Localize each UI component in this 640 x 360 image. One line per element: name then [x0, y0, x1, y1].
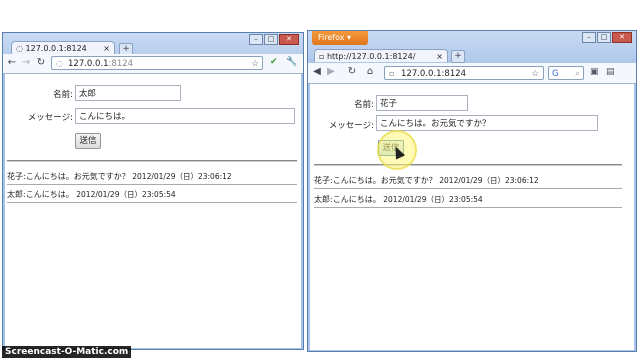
bookmark-star-icon[interactable]: ☆: [251, 57, 259, 71]
row-separator: [314, 188, 622, 189]
message-row: 太郎:こんにちは。 2012/01/29（日）23:05:54: [7, 190, 176, 199]
url-host: 127.0.0.1: [68, 59, 109, 69]
maximize-button[interactable]: □: [264, 34, 278, 45]
firefox-tab[interactable]: ▫ http://127.0.0.1:8124/ ×: [314, 49, 448, 62]
forward-icon[interactable]: →: [20, 57, 32, 68]
back-icon[interactable]: ←: [6, 57, 18, 68]
name-label: 名前:: [354, 100, 374, 110]
address-bar[interactable]: ▫ 127.0.0.1:8124 ☆: [384, 66, 544, 80]
tab-title: http://127.0.0.1:8124/: [326, 52, 416, 61]
maximize-button[interactable]: □: [597, 32, 611, 43]
divider: [7, 160, 297, 162]
divider: [314, 164, 622, 166]
submit-button[interactable]: 送信: [75, 133, 101, 149]
firefox-toolbar: ◀ ▶ ↻ ⌂ ▫ 127.0.0.1:8124 ☆ G ⌕ ▣ ▤: [308, 63, 636, 84]
message-row: 花子:こんにちは。お元気ですか？ 2012/01/29（日）23:06:12: [314, 176, 539, 185]
back-icon[interactable]: ◀: [311, 66, 323, 77]
message-timestamp: 2012/01/29（日）23:06:12: [132, 172, 232, 181]
page-icon: ▫: [319, 52, 327, 61]
reload-icon[interactable]: ↻: [346, 66, 358, 77]
tab-title: 127.0.0.1:8124: [25, 44, 87, 53]
name-input[interactable]: 太郎: [75, 85, 181, 101]
url-text: 127.0.0.1:8124: [401, 69, 467, 79]
message-row: 花子:こんにちは。お元気ですか？ 2012/01/29（日）23:06:12: [7, 172, 232, 181]
chrome-page: 名前: 太郎 メッセージ: こんにちは。 送信 花子:こんにちは。お元気ですか？…: [5, 74, 301, 348]
page-icon: ◌: [56, 59, 63, 68]
close-button[interactable]: ✕: [279, 34, 299, 45]
reload-icon[interactable]: ↻: [35, 57, 47, 68]
name-label: 名前:: [53, 90, 73, 100]
search-icon[interactable]: ⌕: [575, 67, 580, 81]
home-icon[interactable]: ⌂: [364, 66, 376, 77]
chrome-toolbar: ← → ↻ ◌ 127.0.0.1:8124 ☆ ✔ 🔧: [3, 54, 303, 74]
menu-icon[interactable]: ▤: [606, 67, 615, 77]
message-timestamp: 2012/01/29（日）23:06:12: [439, 176, 539, 185]
message-text: こんにちは。お元気ですか？: [332, 176, 437, 185]
firefox-window-controls: – □ ✕: [582, 32, 632, 43]
address-bar[interactable]: ◌ 127.0.0.1:8124 ☆: [51, 56, 263, 70]
wrench-icon[interactable]: 🔧: [286, 57, 297, 67]
minimize-button[interactable]: –: [582, 32, 596, 43]
message-label: メッセージ:: [328, 121, 374, 131]
message-timestamp: 2012/01/29（日）23:05:54: [383, 195, 483, 204]
close-button[interactable]: ✕: [612, 32, 632, 43]
watermark: Screencast-O-Matic.com: [2, 346, 132, 358]
message-label: メッセージ:: [27, 113, 73, 123]
tab-close-icon[interactable]: ×: [103, 42, 110, 54]
url-port: :8124: [108, 59, 134, 69]
message-row: 太郎:こんにちは。 2012/01/29（日）23:05:54: [314, 195, 483, 204]
message-text: こんにちは。: [25, 190, 74, 199]
chrome-window-controls: – □ ✕: [249, 34, 299, 45]
message-text: こんにちは。: [332, 195, 381, 204]
addon-icon[interactable]: ▣: [590, 67, 599, 77]
page-icon: ◌: [16, 44, 26, 53]
name-input[interactable]: 花子: [376, 95, 468, 111]
page-icon: ▫: [389, 69, 395, 78]
firefox-menu-button[interactable]: Firefox ▾: [312, 31, 368, 45]
new-tab-button[interactable]: +: [451, 50, 465, 63]
message-text: こんにちは。お元気ですか？: [25, 172, 130, 181]
message-author: 太郎: [7, 190, 23, 199]
message-author: 花子: [7, 172, 23, 181]
search-box[interactable]: G ⌕: [548, 66, 584, 80]
message-author: 花子: [314, 176, 330, 185]
tab-close-icon[interactable]: ×: [436, 50, 443, 62]
message-timestamp: 2012/01/29（日）23:05:54: [76, 190, 176, 199]
message-author: 太郎: [314, 195, 330, 204]
extension-check-icon[interactable]: ✔: [270, 57, 278, 67]
row-separator: [7, 184, 297, 185]
chrome-window: – □ ✕ ◌ 127.0.0.1:8124 × + ← → ↻ ◌ 127.0.0…: [2, 32, 304, 350]
message-input[interactable]: こんにちは。お元気ですか？: [376, 115, 598, 131]
forward-icon[interactable]: ▶: [325, 66, 337, 77]
minimize-button[interactable]: –: [249, 34, 263, 45]
message-input[interactable]: こんにちは。: [75, 108, 295, 124]
row-separator: [314, 207, 622, 208]
firefox-page: 名前: 花子 メッセージ: こんにちは。お元気ですか？ 送信 花子:こんにちは。…: [310, 84, 634, 350]
search-engine-icon: G: [552, 69, 559, 79]
bookmark-star-icon[interactable]: ☆: [531, 67, 539, 81]
row-separator: [7, 202, 297, 203]
chrome-tab[interactable]: ◌ 127.0.0.1:8124 ×: [11, 41, 115, 54]
firefox-window: Firefox ▾ – □ ✕ ▫ http://127.0.0.1:8124/…: [307, 30, 637, 352]
